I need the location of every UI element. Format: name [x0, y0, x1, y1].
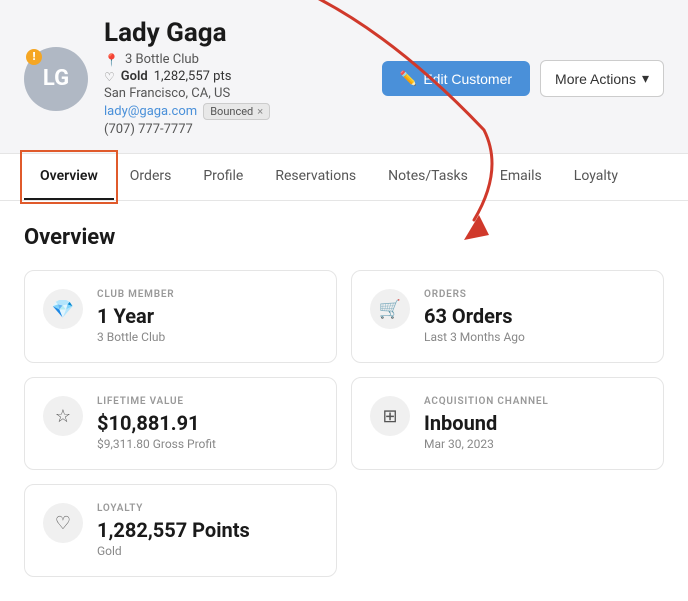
overview-cards: 💎 CLUB MEMBER 1 Year 3 Bottle Club 🛒 ORD… [24, 270, 664, 577]
section-title: Overview [24, 225, 664, 250]
loyalty-points: 1,282,557 pts [154, 69, 232, 84]
club-member-sub: 3 Bottle Club [97, 330, 318, 344]
location-row: San Francisco, CA, US [104, 86, 366, 101]
club-row: 📍 3 Bottle Club [104, 52, 366, 67]
loyalty-row: ♡ Gold 1,282,557 pts [104, 69, 366, 84]
tab-notes-tasks[interactable]: Notes/Tasks [372, 154, 484, 200]
orders-icon: 🛒 [370, 289, 410, 329]
orders-sub: Last 3 Months Ago [424, 330, 645, 344]
customer-name: Lady Gaga [104, 18, 366, 48]
phone-row: (707) 777-7777 [104, 122, 366, 137]
acquisition-channel-icon: ⊞ [370, 396, 410, 436]
loyalty-sub: Gold [97, 544, 318, 558]
club-name: 3 Bottle Club [125, 52, 199, 67]
club-member-content: CLUB MEMBER 1 Year 3 Bottle Club [97, 289, 318, 344]
club-member-card: 💎 CLUB MEMBER 1 Year 3 Bottle Club [24, 270, 337, 363]
acquisition-channel-label: ACQUISITION CHANNEL [424, 396, 645, 407]
tab-reservations[interactable]: Reservations [259, 154, 372, 200]
acquisition-channel-content: ACQUISITION CHANNEL Inbound Mar 30, 2023 [424, 396, 645, 451]
lifetime-value-content: LIFETIME VALUE $10,881.91 $9,311.80 Gros… [97, 396, 318, 451]
loyalty-icon: ♡ [43, 503, 83, 543]
bounced-close-icon[interactable]: × [257, 105, 263, 118]
heart-icon: ♡ [104, 70, 115, 84]
tab-loyalty[interactable]: Loyalty [558, 154, 634, 200]
page-header: ! LG Lady Gaga 📍 3 Bottle Club ♡ Gold 1,… [0, 0, 688, 139]
customer-avatar: ! LG [24, 47, 88, 111]
email-row: lady@gaga.com Bounced × [104, 103, 366, 120]
loyalty-value: 1,282,557 Points [97, 518, 318, 542]
lifetime-value-value: $10,881.91 [97, 411, 318, 435]
tab-orders[interactable]: Orders [114, 154, 188, 200]
location-text: San Francisco, CA, US [104, 86, 230, 101]
lifetime-value-label: LIFETIME VALUE [97, 396, 318, 407]
orders-label: ORDERS [424, 289, 645, 300]
acquisition-channel-sub: Mar 30, 2023 [424, 437, 645, 451]
bounced-label: Bounced [210, 105, 253, 118]
orders-content: ORDERS 63 Orders Last 3 Months Ago [424, 289, 645, 344]
edit-customer-button[interactable]: ✏️ Edit Customer [382, 61, 530, 96]
more-label: More Actions [555, 71, 636, 87]
edit-label: Edit Customer [423, 71, 512, 87]
tab-overview[interactable]: Overview [24, 154, 114, 200]
customer-info: Lady Gaga 📍 3 Bottle Club ♡ Gold 1,282,5… [104, 18, 366, 139]
loyalty-tier: Gold [121, 69, 148, 84]
main-content: Overview 💎 CLUB MEMBER 1 Year 3 Bottle C… [0, 201, 688, 601]
email-link[interactable]: lady@gaga.com [104, 104, 197, 119]
edit-icon: ✏️ [400, 70, 417, 87]
location-pin-icon: 📍 [104, 53, 119, 67]
lifetime-value-icon: ☆ [43, 396, 83, 436]
orders-card: 🛒 ORDERS 63 Orders Last 3 Months Ago [351, 270, 664, 363]
lifetime-value-sub: $9,311.80 Gross Profit [97, 437, 318, 451]
loyalty-card: ♡ LOYALTY 1,282,557 Points Gold [24, 484, 337, 577]
club-member-icon: 💎 [43, 289, 83, 329]
phone-number: (707) 777-7777 [104, 122, 193, 137]
club-member-label: CLUB MEMBER [97, 289, 318, 300]
notification-badge: ! [26, 49, 42, 65]
club-member-value: 1 Year [97, 304, 318, 328]
tab-profile[interactable]: Profile [187, 154, 259, 200]
tab-bar: Overview Orders Profile Reservations Not… [0, 153, 688, 201]
more-actions-button[interactable]: More Actions ▾ [540, 60, 664, 97]
lifetime-value-card: ☆ LIFETIME VALUE $10,881.91 $9,311.80 Gr… [24, 377, 337, 470]
loyalty-content: LOYALTY 1,282,557 Points Gold [97, 503, 318, 558]
acquisition-channel-value: Inbound [424, 411, 645, 435]
acquisition-channel-card: ⊞ ACQUISITION CHANNEL Inbound Mar 30, 20… [351, 377, 664, 470]
tab-emails[interactable]: Emails [484, 154, 558, 200]
orders-value: 63 Orders [424, 304, 645, 328]
bounced-badge: Bounced × [203, 103, 270, 120]
chevron-down-icon: ▾ [642, 70, 649, 87]
avatar-initials: LG [43, 66, 69, 91]
header-actions: ✏️ Edit Customer More Actions ▾ [382, 60, 664, 97]
loyalty-label: LOYALTY [97, 503, 318, 514]
